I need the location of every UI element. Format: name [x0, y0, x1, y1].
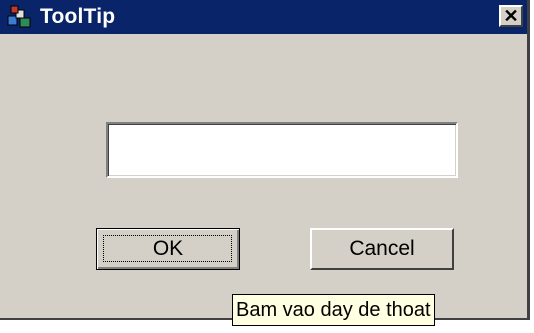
close-icon: ✕	[503, 6, 519, 26]
text-input[interactable]	[106, 122, 458, 178]
app-blocks-icon	[4, 2, 36, 32]
window-title: ToolTip	[40, 5, 116, 28]
tooltip: Bam vao day de thoat	[232, 294, 435, 326]
tooltip-text: Bam vao day de thoat	[236, 298, 431, 321]
ok-button[interactable]: OK	[96, 228, 240, 270]
title-bar[interactable]: ToolTip ✕	[0, 0, 527, 34]
cancel-button[interactable]: Cancel	[310, 228, 454, 270]
close-button[interactable]: ✕	[499, 5, 523, 27]
focus-rectangle	[103, 235, 232, 262]
dialog-window: ToolTip ✕ OK Cancel	[0, 0, 530, 320]
cancel-button-label: Cancel	[349, 237, 415, 260]
